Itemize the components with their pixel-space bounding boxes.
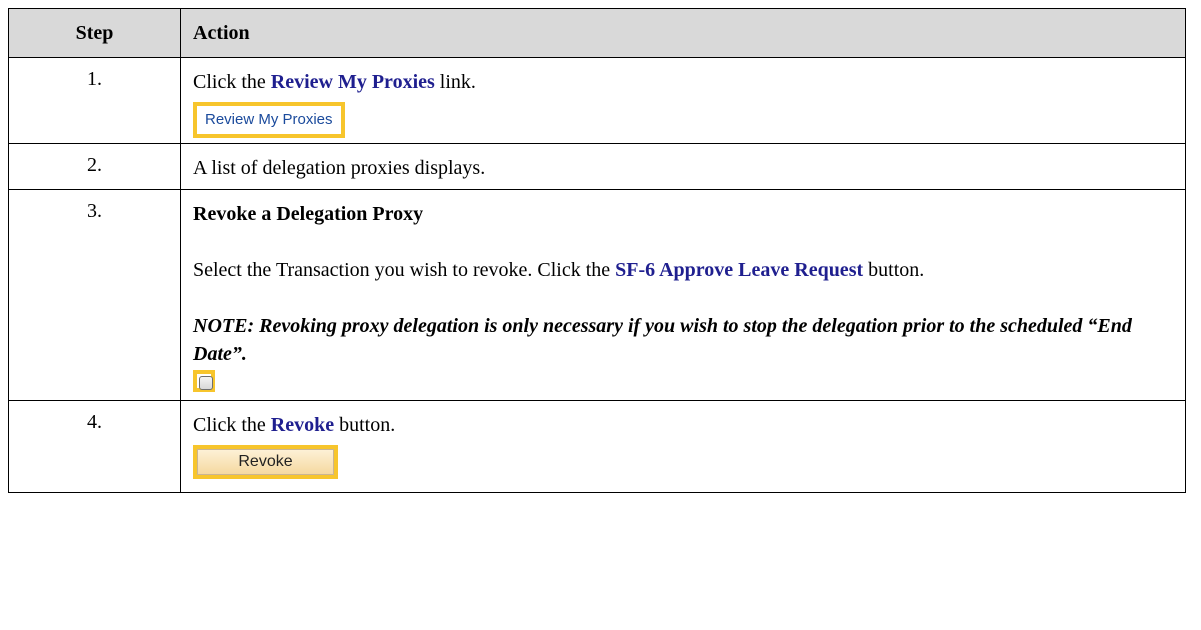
table-row: 3. Revoke a Delegation Proxy Select the … bbox=[8, 189, 1186, 401]
action-cell: Revoke a Delegation Proxy Select the Tra… bbox=[180, 189, 1186, 401]
instruction-text: Click the Review My Proxies link. bbox=[193, 71, 476, 93]
header-row: Step Action bbox=[8, 8, 1186, 58]
keyword-button: Revoke bbox=[270, 414, 335, 436]
step-number: 4. bbox=[8, 400, 181, 493]
instruction-text: Click the Revoke button. bbox=[193, 414, 396, 436]
keyword-link: Review My Proxies bbox=[270, 71, 435, 93]
review-my-proxies-link[interactable]: Review My Proxies bbox=[193, 102, 345, 138]
table-row: 1. Click the Review My Proxies link. Rev… bbox=[8, 57, 1186, 144]
action-column-header: Action bbox=[180, 8, 1186, 58]
step-number: 3. bbox=[8, 189, 181, 401]
keyword-button: SF-6 Approve Leave Request bbox=[615, 259, 864, 281]
checkbox-box[interactable] bbox=[199, 376, 213, 390]
action-cell: Click the Revoke button. Revoke bbox=[180, 400, 1186, 493]
table-row: 2. A list of delegation proxies displays… bbox=[8, 143, 1186, 190]
section-heading: Revoke a Delegation Proxy bbox=[193, 203, 424, 225]
action-cell: A list of delegation proxies displays. bbox=[180, 143, 1186, 190]
step-number: 2. bbox=[8, 143, 181, 190]
step-column-header: Step bbox=[8, 8, 181, 58]
note-text: NOTE: Revoking proxy delegation is only … bbox=[193, 315, 1132, 365]
steps-table: Step Action 1. Click the Review My Proxi… bbox=[8, 8, 1186, 493]
table-row: 4. Click the Revoke button. Revoke bbox=[8, 400, 1186, 493]
action-cell: Click the Review My Proxies link. Review… bbox=[180, 57, 1186, 144]
instruction-text: Select the Transaction you wish to revok… bbox=[193, 259, 925, 281]
transaction-checkbox[interactable] bbox=[193, 370, 215, 392]
step-number: 1. bbox=[8, 57, 181, 144]
revoke-button-label[interactable]: Revoke bbox=[197, 449, 334, 475]
revoke-button[interactable]: Revoke bbox=[193, 445, 338, 479]
